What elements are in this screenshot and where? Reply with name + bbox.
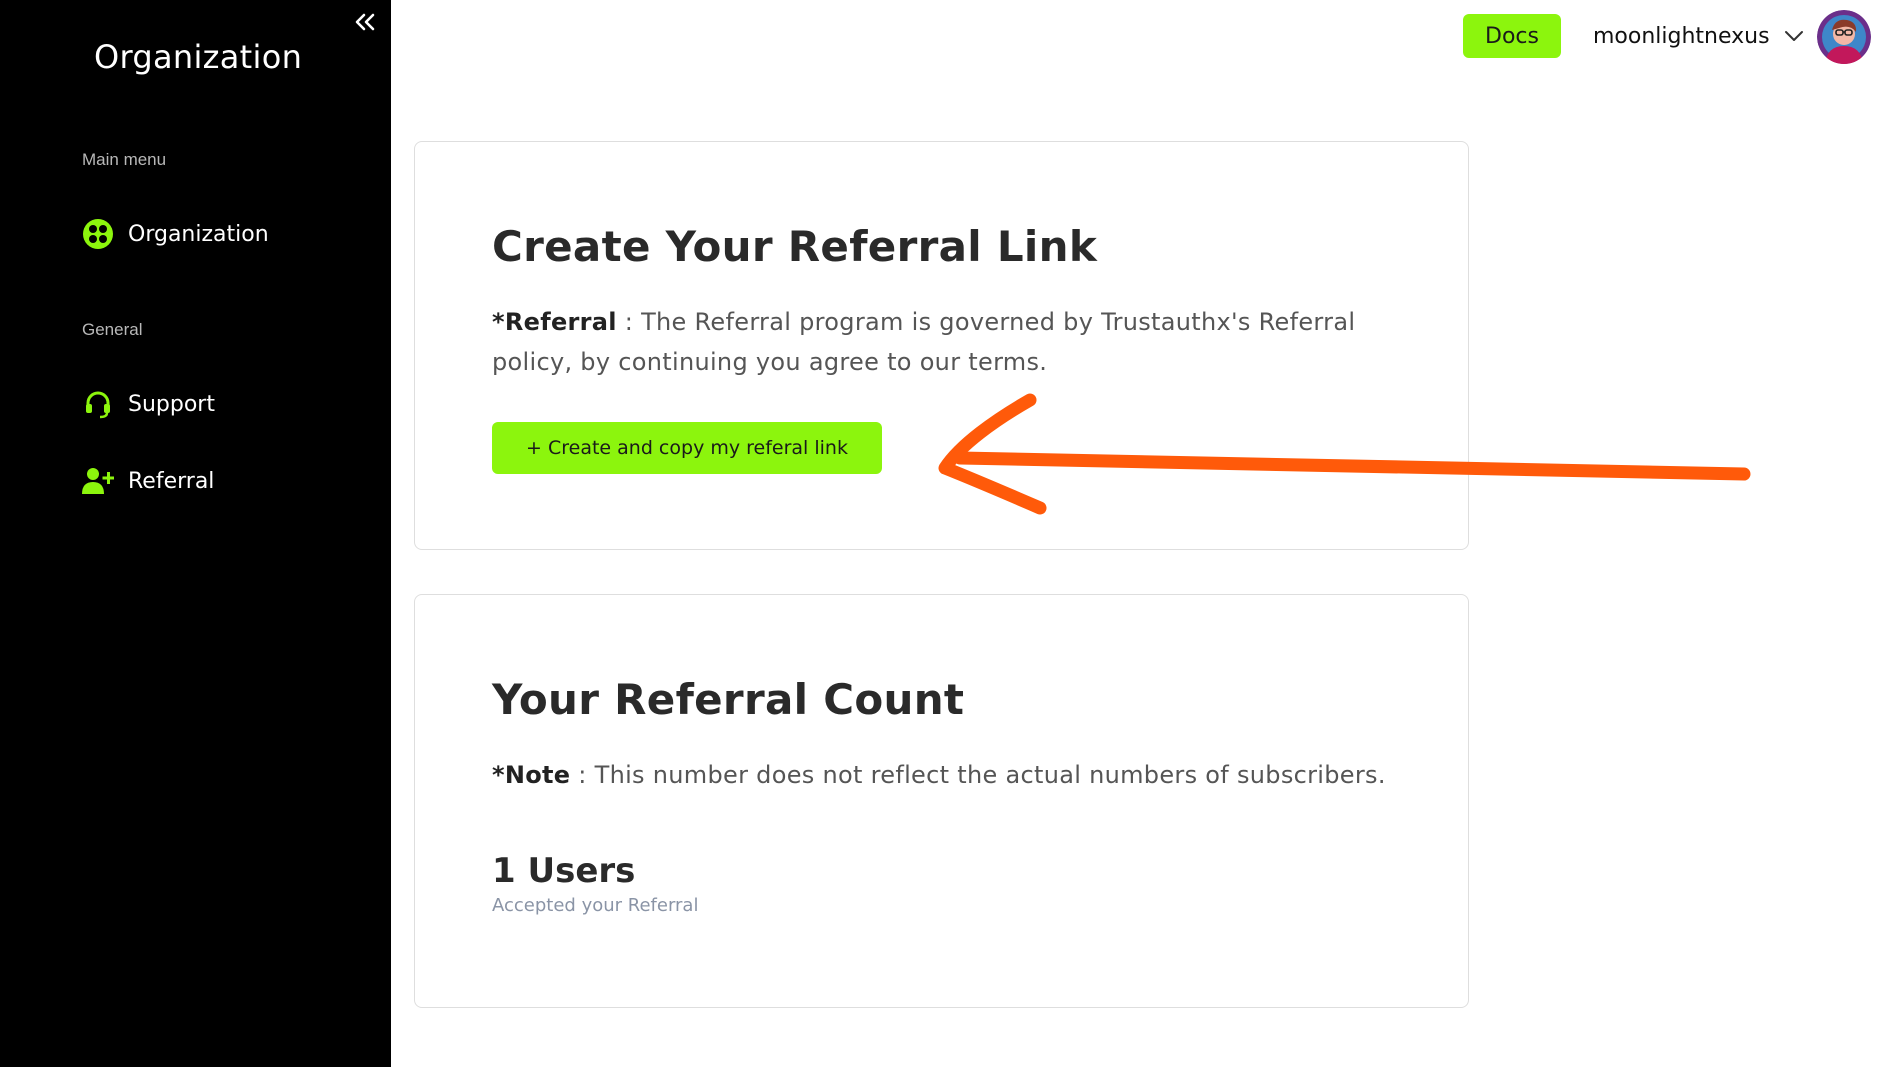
referral-count-card: Your Referral Count *Note : This number … xyxy=(414,594,1469,1008)
referral-count-value: 1 Users xyxy=(492,851,636,891)
avatar[interactable] xyxy=(1817,10,1871,64)
sidebar-item-label: Referral xyxy=(128,468,215,494)
referral-count-title: Your Referral Count xyxy=(492,675,965,724)
sidebar-title: Organization xyxy=(94,38,303,76)
sidebar-item-organization[interactable]: Organization xyxy=(82,214,342,254)
chevron-down-icon xyxy=(1784,31,1803,41)
section-label-main-menu: Main menu xyxy=(82,150,167,169)
sidebar-item-referral[interactable]: Referral xyxy=(82,461,342,501)
headset-icon xyxy=(82,388,114,420)
sidebar: Organization Main menu Organization Gene… xyxy=(0,0,391,1067)
user-menu[interactable]: moonlightnexus xyxy=(1593,14,1804,58)
sidebar-item-support[interactable]: Support xyxy=(82,384,342,424)
create-referral-link-button[interactable]: + Create and copy my referal link xyxy=(492,422,882,474)
referral-link-card: Create Your Referral Link *Referral : Th… xyxy=(414,141,1469,550)
referral-link-title: Create Your Referral Link xyxy=(492,222,1098,271)
username: moonlightnexus xyxy=(1593,23,1770,49)
organization-icon xyxy=(82,218,114,250)
user-plus-icon xyxy=(82,465,114,497)
section-label-general: General xyxy=(82,320,143,339)
double-chevron-left-icon xyxy=(355,13,375,31)
referral-policy-note: *Referral : The Referral program is gove… xyxy=(492,302,1392,382)
sidebar-item-label: Support xyxy=(128,391,215,417)
referral-count-note: *Note : This number does not reflect the… xyxy=(492,755,1392,795)
note-text: : This number does not reflect the actua… xyxy=(570,761,1386,789)
sidebar-item-label: Organization xyxy=(128,221,269,247)
collapse-sidebar-button[interactable] xyxy=(351,8,379,36)
note-text: : The Referral program is governed by Tr… xyxy=(492,308,1356,376)
note-label: *Note xyxy=(492,761,571,789)
docs-button[interactable]: Docs xyxy=(1463,14,1561,58)
referral-count-caption: Accepted your Referral xyxy=(492,895,699,916)
note-label: *Referral xyxy=(492,308,617,336)
